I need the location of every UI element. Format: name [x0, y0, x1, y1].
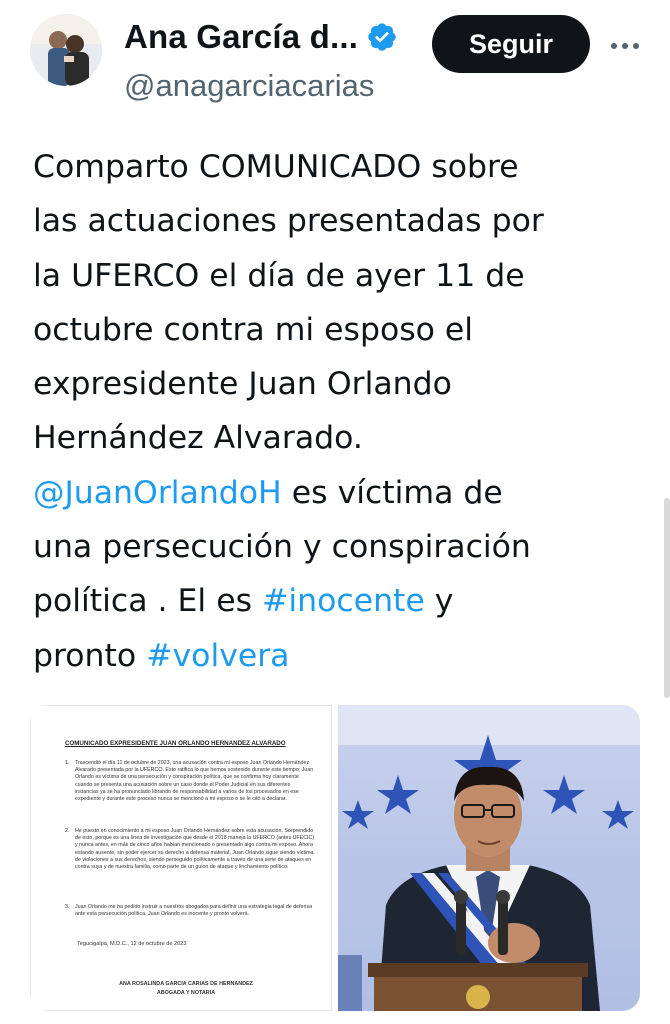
document-paragraph: 1. Trascendió el día 11 de octubre de 20… — [65, 760, 315, 803]
document-title: COMUNICADO EXPRESIDENTE JUAN ORLANDO HER… — [65, 740, 286, 747]
paragraph-text: Trascendió el día 11 de octubre de 2023,… — [75, 760, 314, 803]
tweet-line: Comparto COMUNICADO sobre — [33, 140, 653, 194]
document-paragraph: 3. Juan Orlando me ha pedido instruir a … — [65, 904, 315, 918]
document-date: Tegucigalpa, M.D.C., 12 de octubre de 20… — [77, 941, 187, 947]
tweet-text-segment: la UFERCO el día de ayer 11 de — [33, 257, 525, 294]
tweet-text-segment: las actuaciones presentadas por — [33, 203, 544, 240]
media-photo[interactable] — [338, 705, 640, 1011]
paragraph-number: 3. — [65, 904, 70, 910]
tweet-text-segment: octubre contra mi esposo el — [33, 311, 474, 348]
hashtag-link[interactable]: #volvera — [146, 638, 289, 674]
paragraph-text: He puesto en conocimiento a mi esposo Ju… — [75, 828, 315, 871]
document-signature-title: ABOGADA Y NOTARIA — [156, 990, 216, 996]
more-dot — [622, 43, 628, 49]
tweet-text-segment: pronto — [33, 637, 147, 674]
document-paragraph: 2. He puesto en conocimiento a mi esposo… — [65, 828, 315, 871]
tweet-text-segment: política . El es — [33, 583, 263, 620]
tweet-text-segment: y — [424, 583, 454, 620]
avatar-image — [30, 14, 102, 86]
tweet-line: Hernández Alvarado. — [33, 411, 653, 465]
photo-image — [338, 705, 640, 1011]
display-name[interactable]: Ana García d... — [124, 18, 358, 56]
display-name-row: Ana García d... — [124, 18, 398, 56]
tweet-line: una persecución y conspiración — [33, 520, 653, 574]
more-dot — [633, 43, 639, 49]
verified-badge-icon — [368, 23, 396, 51]
mention-link[interactable]: @JuanOrlandoH — [33, 475, 282, 511]
tweet-line: las actuaciones presentadas por — [33, 194, 653, 248]
hashtag-link[interactable]: #inocente — [262, 583, 425, 619]
media-document-image[interactable]: COMUNICADO EXPRESIDENTE JUAN ORLANDO HER… — [30, 705, 332, 1011]
tweet-line: octubre contra mi esposo el — [33, 303, 653, 357]
tweet-text-segment: Comparto COMUNICADO sobre — [33, 149, 519, 185]
paragraph-text: Juan Orlando me ha pedido instruir a nue… — [75, 904, 313, 918]
user-handle[interactable]: @anagarciacarias — [124, 68, 374, 104]
follow-button[interactable]: Seguir — [432, 15, 590, 73]
paragraph-number: 1. — [65, 760, 70, 766]
paragraph-number: 2. — [65, 828, 70, 834]
tweet-text-segment: expresidente Juan Orlando — [33, 366, 452, 403]
avatar[interactable] — [30, 14, 102, 86]
tweet-text-segment: es víctima de — [281, 474, 503, 511]
more-dot — [611, 43, 617, 49]
tweet-line: la UFERCO el día de ayer 11 de — [33, 249, 653, 303]
more-options-icon[interactable] — [605, 26, 645, 66]
tweet-text-segment: una persecución y conspiración — [33, 529, 531, 566]
tweet-text: Comparto COMUNICADO sobre las actuaciones… — [33, 140, 653, 683]
tweet-line: expresidente Juan Orlando — [33, 357, 653, 411]
tweet-line: política . El es #inocente y — [33, 574, 653, 628]
tweet-media[interactable]: COMUNICADO EXPRESIDENTE JUAN ORLANDO HER… — [30, 705, 640, 1011]
scrollbar[interactable] — [664, 498, 670, 698]
tweet-line: @JuanOrlandoH es víctima de — [33, 466, 653, 520]
tweet-header: Ana García d... @anagarciacarias Seguir — [0, 0, 670, 120]
tweet-text-segment: Hernández Alvarado. — [33, 420, 363, 457]
document-signature-name: ANA ROSALINDA GARCIA CARIAS DE HERNANDEZ — [119, 981, 253, 987]
tweet-line: pronto #volvera — [33, 629, 653, 683]
